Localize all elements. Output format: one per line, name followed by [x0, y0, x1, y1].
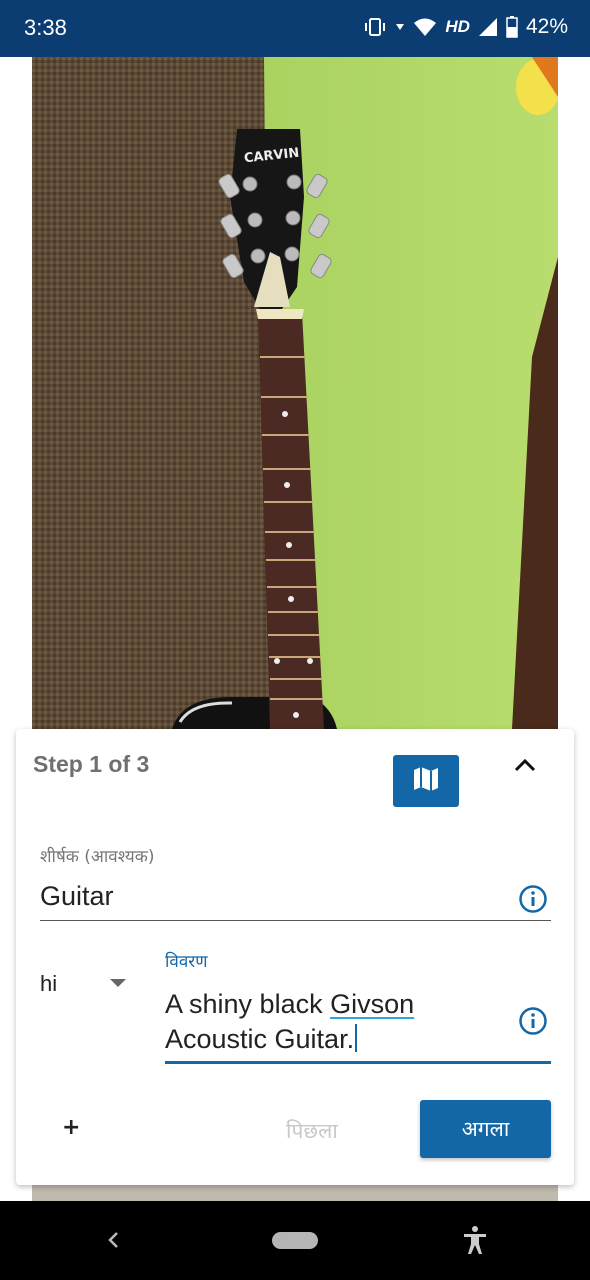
next-photo-preview: [32, 1184, 558, 1201]
misspelled-word[interactable]: Givson: [330, 989, 414, 1019]
description-field-label: विवरण: [165, 952, 208, 972]
back-icon[interactable]: [102, 1225, 124, 1259]
accessibility-icon[interactable]: [462, 1225, 488, 1259]
title-field-label: शीर्षक (आवश्यक): [40, 847, 155, 867]
vibrate-icon: [363, 17, 387, 37]
status-bar: 3:38 HD 42%: [0, 0, 590, 57]
battery-percentage: 42%: [525, 15, 568, 38]
guitar-photo-image: CARVIN: [32, 57, 558, 729]
map-icon: [411, 764, 441, 798]
home-pill-button[interactable]: [272, 1232, 318, 1249]
collapse-button[interactable]: [510, 751, 540, 781]
signal-icon: [478, 17, 498, 37]
language-select[interactable]: hi: [40, 971, 57, 997]
system-nav-bar: [0, 1201, 590, 1280]
text-cursor: [355, 1024, 358, 1052]
description-info-icon[interactable]: [518, 1006, 548, 1036]
map-button[interactable]: [393, 755, 459, 807]
status-time: 3:38: [24, 15, 67, 40]
next-button[interactable]: अगला: [420, 1100, 551, 1158]
title-underline: [40, 920, 551, 921]
uploaded-photo: CARVIN: [32, 57, 558, 729]
title-info-icon[interactable]: [518, 884, 548, 914]
description-underline: [165, 1061, 551, 1064]
data-arrow-icon: [395, 22, 405, 32]
step-indicator: Step 1 of 3: [33, 751, 150, 777]
network-type: HD: [445, 17, 470, 36]
description-text-start: A shiny black: [165, 989, 331, 1019]
previous-button[interactable]: पिछला: [286, 1117, 338, 1145]
chevron-up-icon: [514, 757, 536, 776]
status-icons: HD 42%: [363, 15, 568, 39]
description-text-end: Acoustic Guitar.: [165, 1024, 355, 1054]
dropdown-arrow-icon[interactable]: [110, 979, 126, 987]
battery-icon: [506, 16, 518, 38]
add-description-button[interactable]: +: [62, 1115, 80, 1140]
upload-details-card: Step 1 of 3 शीर्षक (आवश्यक) Guitar hi वि…: [16, 729, 574, 1185]
wifi-icon: [413, 17, 437, 37]
title-input[interactable]: Guitar: [40, 881, 114, 912]
description-input[interactable]: A shiny black Givson Acoustic Guitar.: [165, 987, 485, 1057]
